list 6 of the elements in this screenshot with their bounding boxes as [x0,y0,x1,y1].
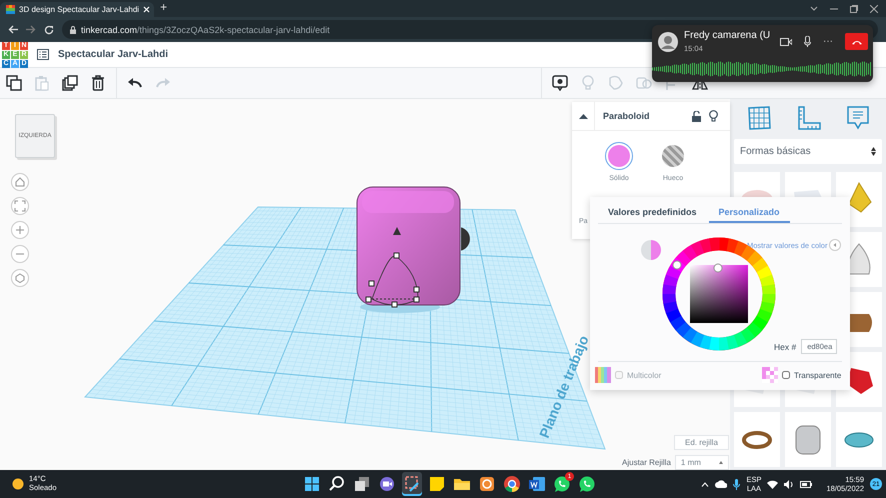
caller-name: Fredy camarena (U [684,30,772,41]
transparent-label: Transparente [794,370,842,380]
multicolor-label: Multicolor [627,370,662,380]
hex-label: Hex # [774,342,796,352]
snap-grid-label: Ajustar Rejilla [622,458,671,467]
url-text: tinkercad.com/things/3ZoczQAaS2k-spectacular-jarv-lahdi/edit [81,24,330,34]
